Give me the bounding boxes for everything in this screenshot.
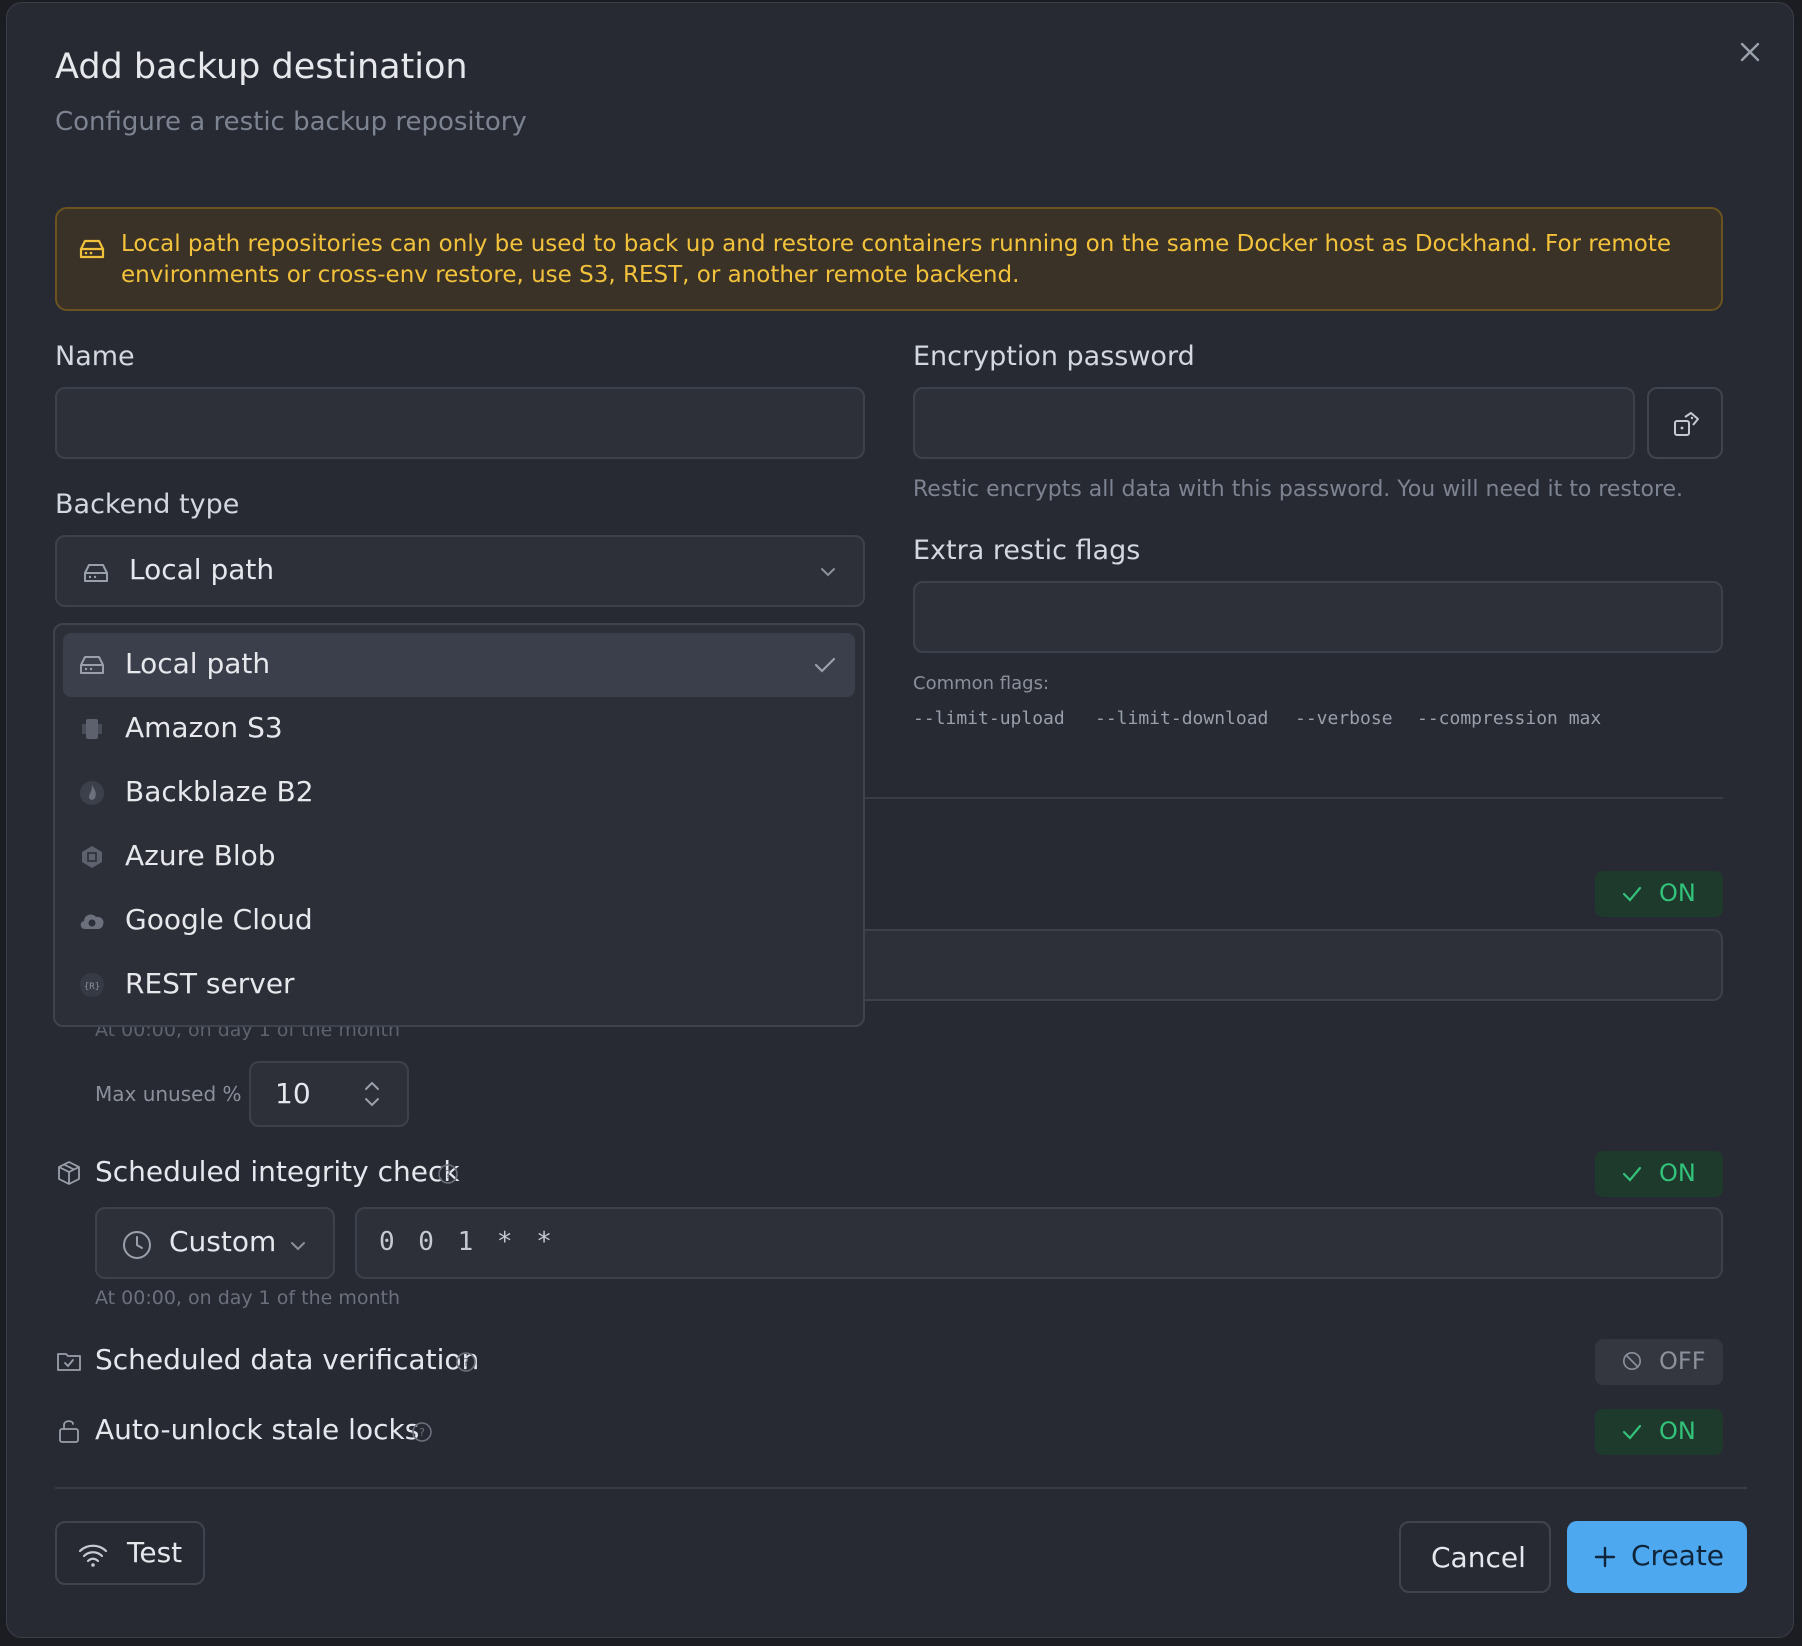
- integrity-schedule-select[interactable]: Custom: [95, 1207, 335, 1279]
- check-icon: [1622, 1424, 1642, 1440]
- option-label: Amazon S3: [125, 711, 283, 744]
- create-label: Create: [1631, 1539, 1725, 1572]
- backend-type-select[interactable]: Local path: [55, 535, 865, 607]
- auto-unlock-title: Auto-unlock stale locks: [95, 1413, 420, 1446]
- local-path-warning: Local path repositories can only be used…: [55, 207, 1723, 311]
- toggle-label: ON: [1659, 879, 1696, 907]
- svg-text:?: ?: [419, 1426, 425, 1439]
- wifi-icon: [78, 1544, 108, 1567]
- cron-value: 0 0 1 * *: [379, 1227, 556, 1257]
- backblaze-icon: [80, 781, 104, 805]
- option-label: Google Cloud: [125, 903, 313, 936]
- stepper-icon[interactable]: [361, 1077, 383, 1111]
- data-verification-toggle[interactable]: OFF: [1595, 1339, 1723, 1385]
- dialog-title: Add backup destination: [55, 47, 468, 87]
- azure-icon: [82, 846, 102, 868]
- data-verification-title: Scheduled data verification: [95, 1343, 480, 1376]
- check-icon: [814, 657, 836, 673]
- package-icon: [58, 1161, 80, 1185]
- generate-password-button[interactable]: [1647, 387, 1723, 459]
- help-icon[interactable]: ?: [437, 1163, 459, 1185]
- encryption-password-label: Encryption password: [913, 341, 1195, 372]
- hard-drive-icon: [84, 564, 108, 582]
- folder-check-icon: [57, 1353, 81, 1371]
- backend-type-value: Local path: [129, 553, 275, 586]
- extra-flags-input[interactable]: [913, 581, 1723, 653]
- svg-text:?: ?: [445, 1168, 451, 1181]
- max-unused-stepper[interactable]: 10: [249, 1061, 409, 1127]
- option-label: Azure Blob: [125, 839, 276, 872]
- test-label: Test: [127, 1536, 183, 1569]
- plus-icon: [1594, 1546, 1616, 1568]
- flag-limit-download[interactable]: --limit-download: [1095, 708, 1268, 729]
- google-cloud-icon: [80, 914, 104, 929]
- encryption-password-input[interactable]: [913, 387, 1635, 459]
- dialog-subtitle: Configure a restic backup repository: [55, 107, 527, 137]
- clock-icon: [123, 1231, 151, 1259]
- flag-limit-upload[interactable]: --limit-upload: [913, 708, 1065, 729]
- backend-type-label: Backend type: [55, 489, 240, 520]
- create-button[interactable]: Create: [1567, 1521, 1747, 1593]
- unlock-icon: [59, 1420, 79, 1443]
- help-icon[interactable]: ?: [455, 1351, 477, 1373]
- option-label: Backblaze B2: [125, 775, 314, 808]
- extra-flags-label: Extra restic flags: [913, 535, 1141, 566]
- check-icon: [1622, 1166, 1642, 1182]
- footer-divider: [55, 1487, 1747, 1489]
- test-button[interactable]: Test: [55, 1521, 205, 1585]
- cancel-label: Cancel: [1431, 1541, 1526, 1574]
- integrity-schedule-hint: At 00:00, on day 1 of the month: [95, 1287, 401, 1309]
- max-unused-label: Max unused %: [95, 1082, 242, 1106]
- warning-text: Local path repositories can only be used…: [121, 231, 1672, 288]
- flag-compression-max[interactable]: --compression max: [1417, 708, 1601, 729]
- option-label: REST server: [125, 967, 295, 1000]
- toggle-label: ON: [1659, 1417, 1696, 1445]
- cancel-button[interactable]: Cancel: [1399, 1521, 1551, 1593]
- toggle-label: OFF: [1659, 1347, 1706, 1375]
- option-label: Local path: [125, 647, 271, 680]
- integrity-check-toggle[interactable]: ON: [1595, 1151, 1723, 1197]
- disabled-icon: [1623, 1352, 1641, 1370]
- common-flags-label: Common flags:: [913, 673, 1050, 694]
- encryption-help: Restic encrypts all data with this passw…: [913, 477, 1684, 502]
- close-icon[interactable]: [1735, 37, 1765, 67]
- option-google-cloud[interactable]: Google Cloud: [63, 889, 855, 953]
- amazon-s3-icon: [82, 719, 102, 739]
- name-label: Name: [55, 341, 135, 372]
- option-amazon-s3[interactable]: Amazon S3: [63, 697, 855, 761]
- option-local-path[interactable]: Local path: [63, 633, 855, 697]
- option-rest-server[interactable]: {R} REST server: [63, 953, 855, 1017]
- schedule-mode-value: Custom: [169, 1225, 277, 1258]
- rest-server-icon: {R}: [80, 973, 104, 997]
- check-icon: [1622, 886, 1642, 902]
- backup-destination-dialog: Add backup destination Configure a resti…: [6, 2, 1794, 1638]
- help-icon[interactable]: ?: [411, 1421, 433, 1443]
- hard-drive-icon: [80, 656, 104, 674]
- backend-type-dropdown: Local path Amazon S3 Backblaze B2 Azure …: [53, 623, 865, 1027]
- max-unused-value: 10: [275, 1077, 311, 1110]
- svg-text:{R}: {R}: [84, 982, 100, 992]
- option-backblaze-b2[interactable]: Backblaze B2: [63, 761, 855, 825]
- prune-cron-input[interactable]: [855, 929, 1723, 1001]
- integrity-cron-input[interactable]: 0 0 1 * *: [355, 1207, 1723, 1279]
- integrity-check-title: Scheduled integrity check: [95, 1155, 460, 1188]
- flag-verbose[interactable]: --verbose: [1295, 708, 1393, 729]
- option-azure-blob[interactable]: Azure Blob: [63, 825, 855, 889]
- dice-icon: [1674, 412, 1699, 436]
- prune-toggle[interactable]: ON: [1595, 871, 1723, 917]
- hard-drive-icon: [79, 239, 105, 259]
- name-input[interactable]: [55, 387, 865, 459]
- chevron-down-icon: [291, 1242, 305, 1251]
- auto-unlock-toggle[interactable]: ON: [1595, 1409, 1723, 1455]
- toggle-label: ON: [1659, 1159, 1696, 1187]
- svg-text:?: ?: [463, 1356, 469, 1369]
- chevron-down-icon: [821, 568, 835, 577]
